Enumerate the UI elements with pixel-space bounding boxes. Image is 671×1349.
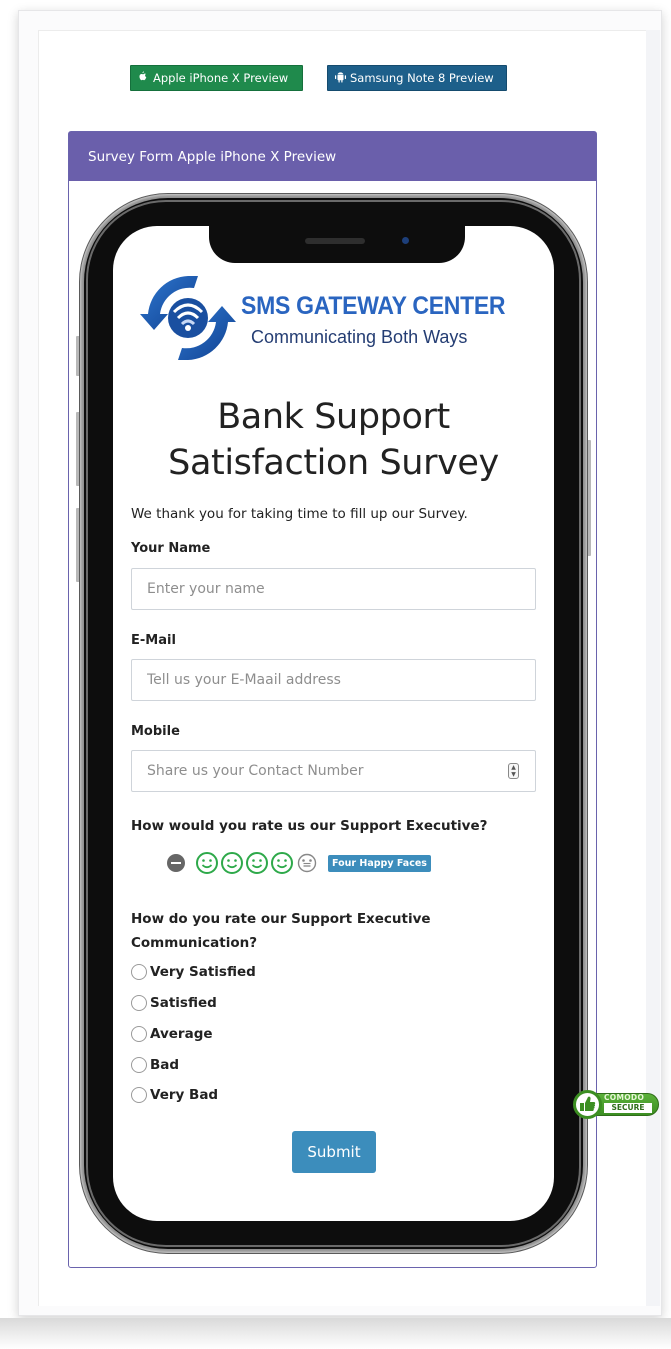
front-camera [402,237,409,244]
radio-average[interactable]: Average [131,1024,213,1044]
happy-face-icon[interactable] [220,851,244,875]
android-icon [334,71,347,86]
phone-power-button [587,440,591,556]
name-label: Your Name [131,541,211,556]
radio-very-bad[interactable]: Very Bad [131,1085,218,1105]
clear-rating-icon[interactable] [167,854,185,872]
mobile-label: Mobile [131,724,180,739]
happy-face-icon[interactable] [245,851,269,875]
communication-question-line-1: How do you rate our Support Executive [131,911,431,927]
radio-label: Very Satisfied [150,964,256,980]
page-shadow [0,1318,671,1349]
rating-question: How would you rate us our Support Execut… [131,818,488,834]
happy-face-icon[interactable] [195,851,219,875]
samsung-preview-label: Samsung Note 8 Preview [350,71,494,85]
email-label: E-Mail [131,633,176,648]
rating-faces [195,851,320,875]
radio-circle[interactable] [131,995,147,1011]
radio-label: Very Bad [150,1087,219,1103]
speaker-grille [305,238,365,244]
mobile-input[interactable] [131,750,536,792]
apple-preview-label: Apple iPhone X Preview [153,71,289,85]
radio-label: Satisfied [150,995,217,1011]
samsung-preview-button[interactable]: Samsung Note 8 Preview [327,65,507,91]
happy-face-icon[interactable] [270,851,294,875]
number-spinner-icon[interactable]: ▲ ▼ [508,763,519,779]
name-input[interactable] [131,568,536,610]
radio-satisfied[interactable]: Satisfied [131,993,217,1013]
comodo-brand: COMODO [604,1093,645,1102]
comodo-secure-label: SECURE [604,1103,652,1113]
panel-title: Survey Form Apple iPhone X Preview [69,132,596,181]
logo-subtitle: Communicating Both Ways [251,327,468,347]
neutral-face-icon[interactable] [295,851,319,875]
radio-bad[interactable]: Bad [131,1055,179,1075]
sms-gateway-logo-icon [140,276,236,360]
radio-circle[interactable] [131,1057,147,1073]
phone-notch [209,218,465,263]
radio-circle[interactable] [131,964,147,980]
radio-circle[interactable] [131,1087,147,1103]
face-rating: Four Happy Faces [167,851,431,875]
apple-icon [137,70,150,86]
radio-circle[interactable] [131,1026,147,1042]
email-input[interactable] [131,659,536,701]
radio-label: Average [150,1026,213,1042]
comodo-secure-badge[interactable]: COMODO SECURE [573,1090,661,1120]
rating-badge: Four Happy Faces [328,854,431,872]
thumbs-up-icon [573,1090,602,1119]
logo-title: SMS GATEWAY CENTER [241,292,506,320]
survey-intro: We thank you for taking time to fill up … [131,506,468,522]
radio-label: Bad [150,1057,180,1073]
communication-question: How do you rate our Support Executive Co… [131,907,431,955]
apple-preview-button[interactable]: Apple iPhone X Preview [130,65,303,91]
communication-question-line-2: Communication? [131,935,258,951]
submit-button[interactable]: Submit [292,1131,376,1173]
survey-title-line-2: Satisfaction Survey [168,443,499,483]
radio-very-satisfied[interactable]: Very Satisfied [131,962,256,982]
survey-title-line-1: Bank Support [217,397,450,437]
survey-title: Bank Support Satisfaction Survey [113,394,554,486]
